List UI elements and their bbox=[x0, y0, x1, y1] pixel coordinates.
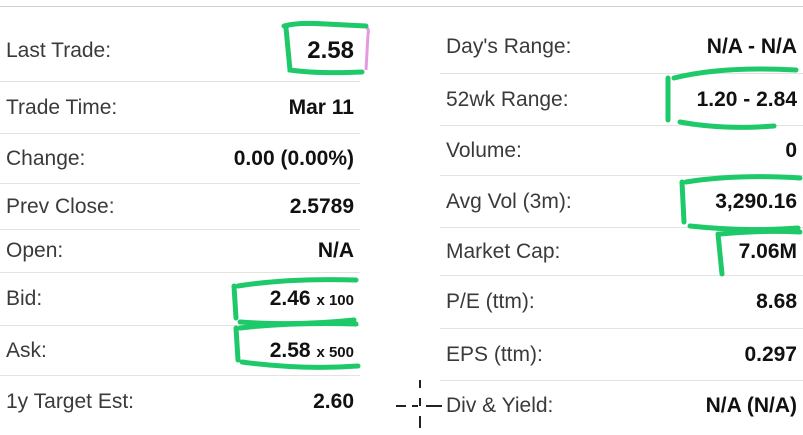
row-change: Change: 0.00 (0.00%) bbox=[0, 134, 360, 184]
change-value: 0.00 (0.00%) bbox=[233, 146, 354, 170]
open-value: N/A bbox=[317, 239, 354, 262]
top-border bbox=[0, 6, 803, 7]
ask-label: Ask: bbox=[6, 338, 47, 362]
row-last-trade: Last Trade: 2.58 bbox=[0, 20, 360, 82]
row-volume: Volume: 0 bbox=[440, 126, 803, 176]
quote-summary-left: Last Trade: 2.58 Trade Time: Mar 11 Chan… bbox=[0, 20, 360, 428]
market-cap-label: Market Cap: bbox=[446, 239, 561, 263]
row-ask: Ask: 2.58 x 500 bbox=[0, 326, 360, 376]
target-est-value: 2.60 bbox=[313, 390, 354, 413]
column-divider-fragment bbox=[388, 378, 448, 435]
avg-vol-value: 3,290.16 bbox=[715, 189, 797, 213]
div-yield-label: Div & Yield: bbox=[446, 394, 554, 417]
bid-size: x 100 bbox=[316, 292, 354, 309]
row-market-cap: Market Cap: 7.06M bbox=[440, 228, 803, 276]
pe-label: P/E (ttm): bbox=[446, 290, 535, 313]
bid-value: 2.46 x 100 bbox=[270, 287, 360, 311]
avg-vol-label: Avg Vol (3m): bbox=[446, 189, 572, 213]
52wk-range-value: 1.20 - 2.84 bbox=[696, 87, 797, 111]
row-prev-close: Prev Close: 2.5789 bbox=[0, 184, 360, 230]
pe-value: 8.68 bbox=[756, 290, 797, 313]
change-label: Change: bbox=[6, 146, 86, 170]
row-trade-time: Trade Time: Mar 11 bbox=[0, 82, 360, 134]
row-eps: EPS (ttm): 0.297 bbox=[440, 329, 803, 381]
ask-price: 2.58 bbox=[269, 338, 311, 362]
eps-value: 0.297 bbox=[744, 342, 797, 366]
volume-value: 0 bbox=[785, 138, 797, 162]
days-range-value: N/A - N/A bbox=[706, 34, 797, 58]
days-range-label: Day's Range: bbox=[446, 34, 572, 58]
market-cap-value: 7.06M bbox=[738, 239, 797, 263]
last-trade-value: 2.58 bbox=[307, 36, 354, 64]
ask-value: 2.58 x 500 bbox=[270, 339, 360, 363]
prev-close-label: Prev Close: bbox=[6, 194, 115, 218]
row-div-yield: Div & Yield: N/A (N/A) bbox=[440, 381, 803, 431]
row-pe: P/E (ttm): 8.68 bbox=[440, 276, 803, 329]
eps-label: EPS (ttm): bbox=[446, 342, 543, 366]
row-open: Open: N/A bbox=[0, 230, 360, 273]
row-bid: Bid: 2.46 x 100 bbox=[0, 273, 360, 326]
volume-label: Volume: bbox=[446, 138, 522, 162]
trade-time-label: Trade Time: bbox=[6, 95, 118, 119]
row-target-est: 1y Target Est: 2.60 bbox=[0, 376, 360, 428]
div-yield-value: N/A (N/A) bbox=[705, 394, 797, 417]
quote-summary-right: Day's Range: N/A - N/A 52wk Range: 1.20 … bbox=[440, 20, 803, 431]
bid-label: Bid: bbox=[6, 287, 43, 310]
row-52wk-range: 52wk Range: 1.20 - 2.84 bbox=[440, 74, 803, 126]
open-label: Open: bbox=[6, 239, 64, 262]
target-est-label: 1y Target Est: bbox=[6, 390, 135, 413]
last-trade-label: Last Trade: bbox=[6, 38, 112, 62]
52wk-range-label: 52wk Range: bbox=[446, 87, 569, 111]
ask-size: x 500 bbox=[316, 343, 354, 361]
bid-price: 2.46 bbox=[269, 287, 311, 310]
row-avg-vol: Avg Vol (3m): 3,290.16 bbox=[440, 176, 803, 228]
prev-close-value: 2.5789 bbox=[289, 194, 354, 218]
row-days-range: Day's Range: N/A - N/A bbox=[440, 20, 803, 74]
trade-time-value: Mar 11 bbox=[288, 95, 354, 119]
